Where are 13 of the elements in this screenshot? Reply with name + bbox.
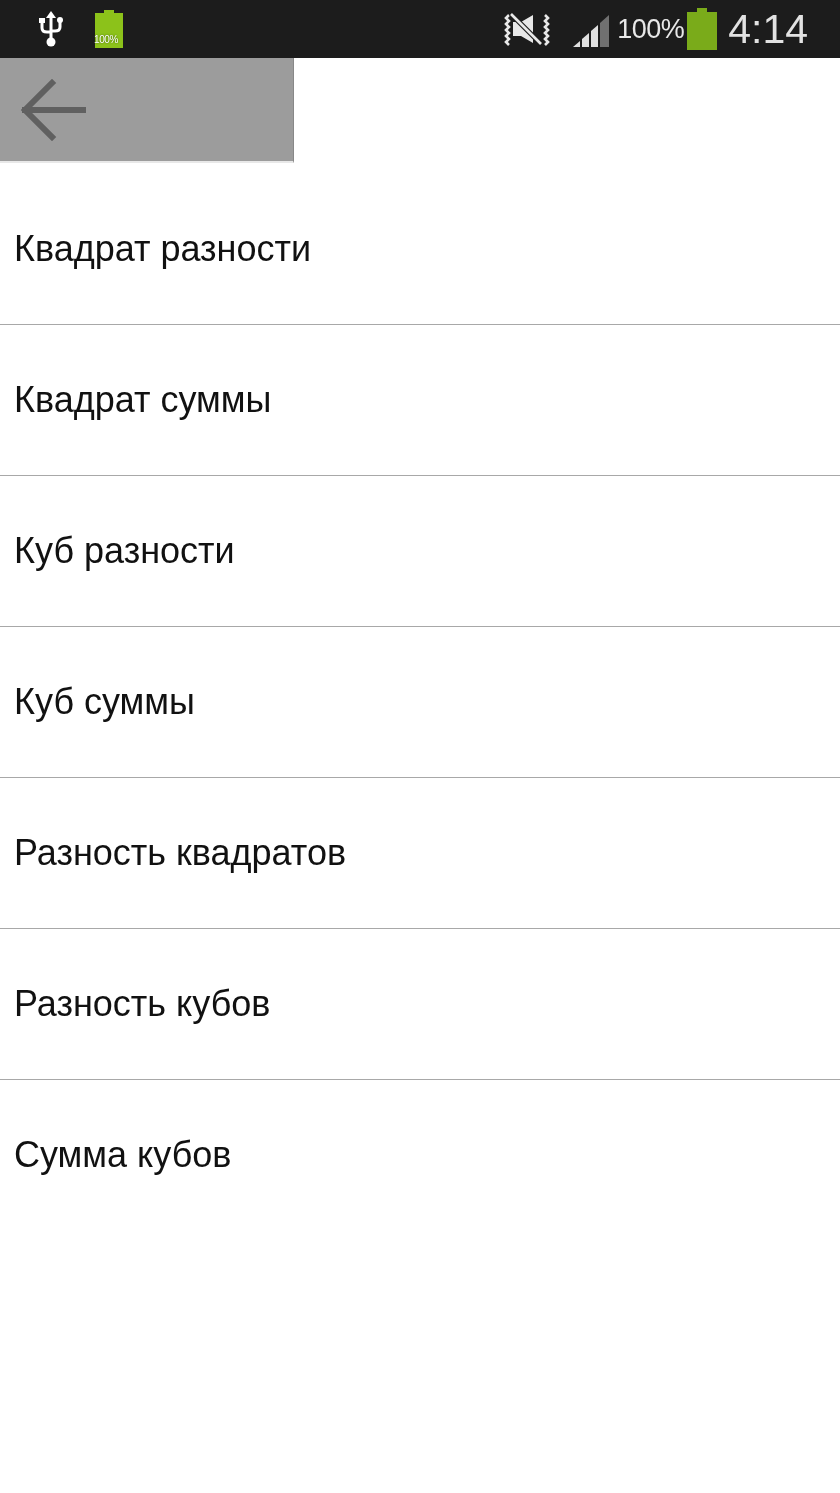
- list-item[interactable]: Сумма кубов: [0, 1080, 840, 1230]
- list-item[interactable]: Куб разности: [0, 476, 840, 626]
- list-item[interactable]: Куб суммы: [0, 627, 840, 777]
- battery-icon: [687, 8, 718, 50]
- list-item[interactable]: Разность квадратов: [0, 778, 840, 928]
- usb-icon: [39, 11, 63, 47]
- list-item[interactable]: Квадрат разности: [0, 174, 840, 324]
- battery-percent: 100%: [617, 13, 685, 45]
- clock: 4:14: [728, 5, 808, 53]
- list-item[interactable]: Квадрат суммы: [0, 325, 840, 475]
- list-item[interactable]: Разность кубов: [0, 929, 840, 1079]
- back-button[interactable]: [0, 58, 294, 163]
- mute-vibrate-icon: [503, 12, 552, 46]
